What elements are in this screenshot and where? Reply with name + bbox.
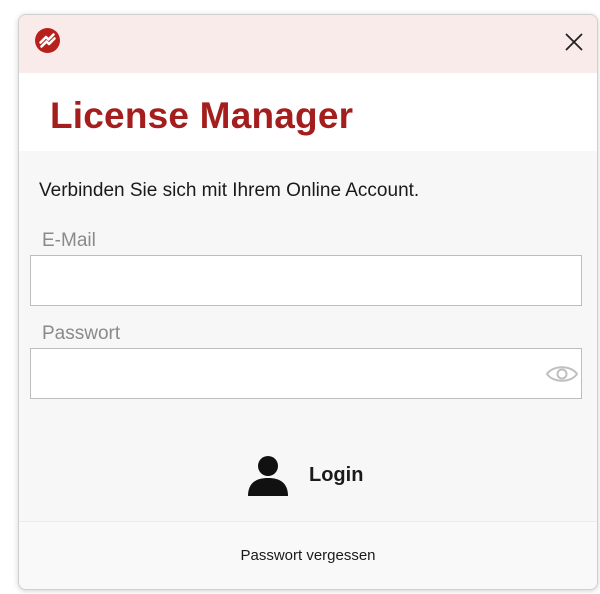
email-field[interactable] xyxy=(30,255,582,306)
user-icon xyxy=(245,452,291,498)
email-label: E-Mail xyxy=(42,230,96,251)
password-label: Passwort xyxy=(42,323,121,344)
header: License Manager xyxy=(19,73,597,151)
title-bar xyxy=(19,15,597,73)
password-field[interactable] xyxy=(30,348,582,399)
subtitle: Verbinden Sie sich mit Ihrem Online Acco… xyxy=(39,180,420,201)
close-icon xyxy=(565,33,583,51)
page-title: License Manager xyxy=(50,95,354,136)
forgot-password-link[interactable]: Passwort vergessen xyxy=(19,547,597,564)
app-logo-icon xyxy=(34,27,61,54)
login-dialog: License Manager Verbinden Sie sich mit I… xyxy=(18,14,598,590)
close-button[interactable] xyxy=(557,25,591,59)
login-button[interactable]: Login xyxy=(239,447,399,503)
eye-icon[interactable] xyxy=(545,363,579,385)
login-label: Login xyxy=(309,463,364,486)
